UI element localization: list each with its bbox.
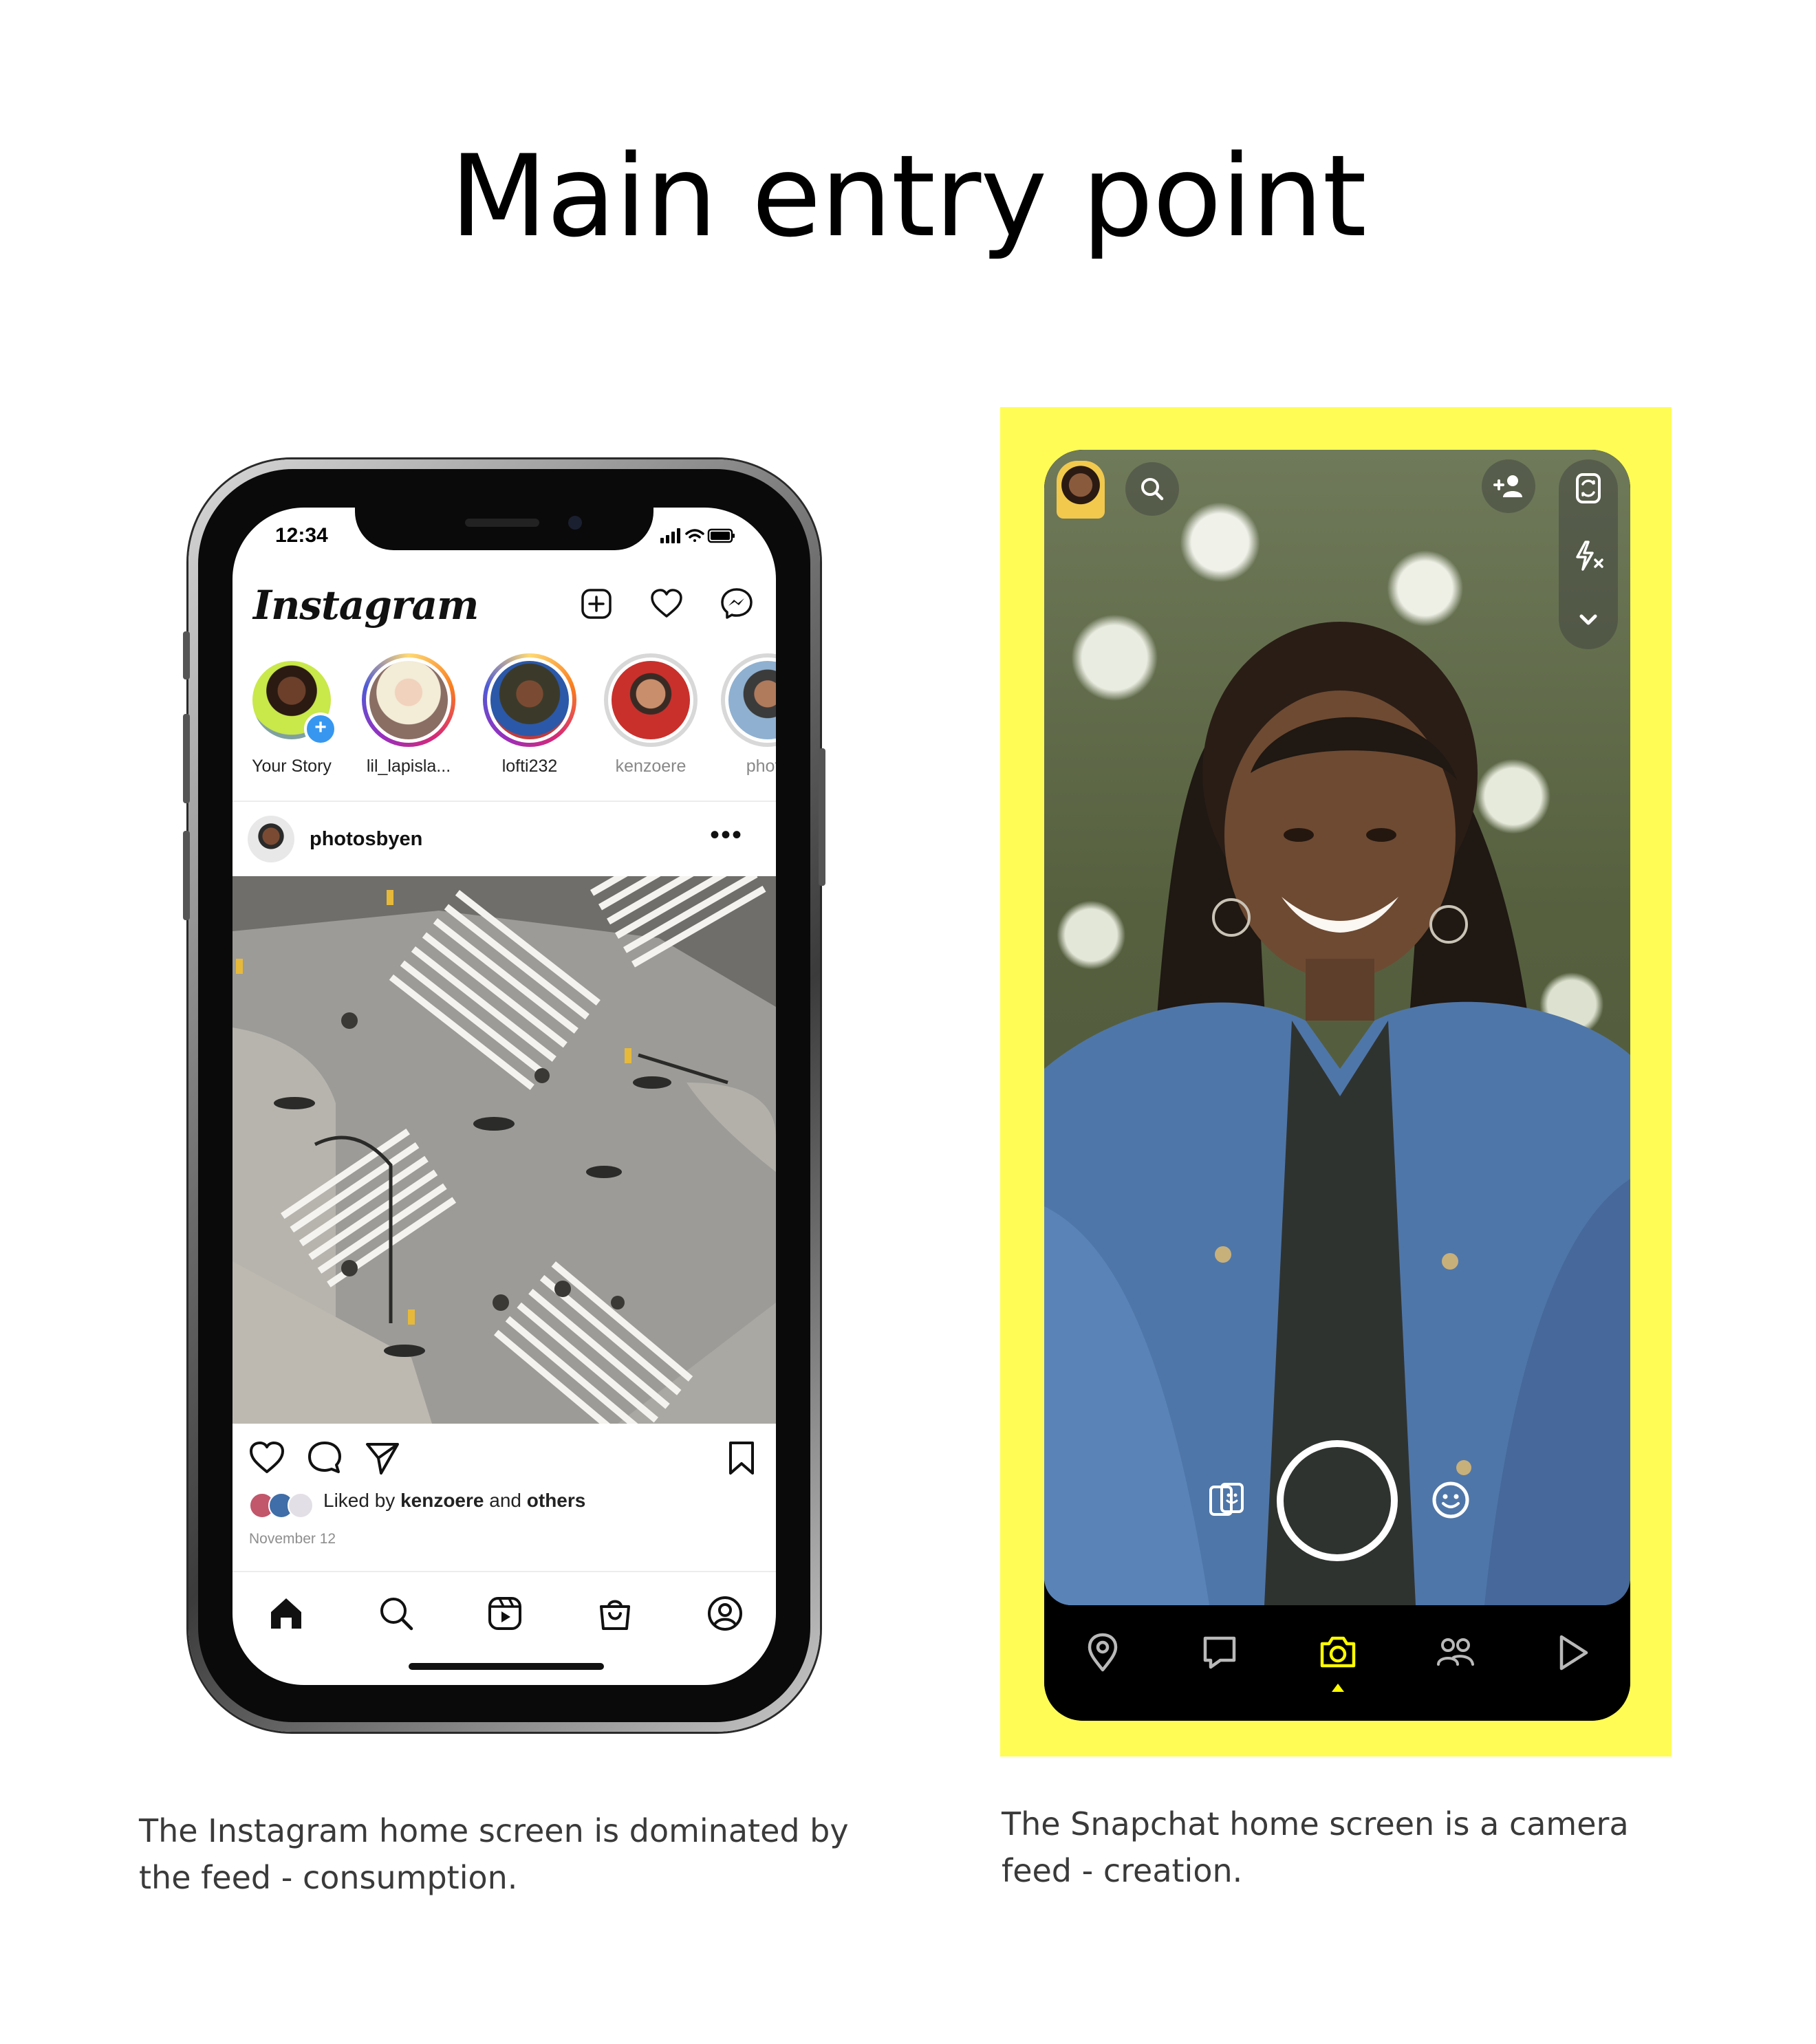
post-username[interactable]: photosbyen — [310, 828, 422, 851]
chevron-down-icon[interactable] — [1569, 601, 1608, 640]
like-icon[interactable] — [248, 1439, 286, 1477]
post-header: photosbyen ••• — [248, 816, 764, 864]
status-time: 12:34 — [275, 524, 328, 547]
flash-icon[interactable] — [1569, 536, 1608, 575]
avatar — [725, 657, 776, 743]
avatar — [608, 657, 693, 743]
snapchat-nav-bar — [1044, 1605, 1630, 1721]
signal-icon — [660, 528, 680, 543]
active-nav-indicator — [1332, 1684, 1344, 1692]
avatar — [366, 657, 451, 743]
instagram-caption: The Instagram home screen is dominated b… — [139, 1812, 849, 1896]
liked-others[interactable]: others — [527, 1490, 586, 1511]
story-ring — [721, 653, 776, 747]
wifi-icon — [685, 529, 704, 542]
instagram-screen: 12:34 Instagram + Your Story lil_lapisla… — [233, 508, 776, 1685]
story-ring — [483, 653, 576, 747]
snapchat-caption: The Snapchat home screen is a camera fee… — [1002, 1805, 1629, 1889]
status-icons — [660, 528, 735, 543]
volume-up-button — [183, 714, 190, 803]
story-name: photo — [746, 757, 776, 776]
tabbar-divider — [233, 1571, 776, 1572]
page-title: Main entry point — [450, 131, 1367, 262]
story-name: kenzoere — [615, 757, 687, 776]
avatar — [487, 657, 572, 743]
heart-icon[interactable] — [648, 585, 685, 622]
liked-and: and — [489, 1490, 521, 1511]
liked-user[interactable]: kenzoere — [400, 1490, 484, 1511]
post-actions — [248, 1439, 764, 1480]
camera-tools — [1559, 459, 1618, 649]
volume-down-button — [183, 831, 190, 920]
search-icon[interactable] — [1125, 462, 1179, 516]
camera-viewfinder[interactable] — [1044, 450, 1630, 1605]
story-ring — [604, 653, 698, 747]
map-icon[interactable] — [1080, 1630, 1125, 1675]
post-image[interactable] — [233, 876, 776, 1424]
battery-icon — [707, 528, 735, 543]
iphone-mockup: 12:34 Instagram + Your Story lil_lapisla… — [183, 459, 825, 1732]
stories-icon[interactable] — [1549, 1630, 1595, 1675]
reels-icon[interactable] — [484, 1593, 526, 1634]
liked-prefix: Liked by — [323, 1490, 396, 1511]
shutter-button[interactable] — [1277, 1440, 1398, 1561]
add-friend-icon[interactable] — [1482, 459, 1535, 513]
home-indicator — [409, 1663, 604, 1670]
bitmoji-avatar[interactable] — [1057, 461, 1105, 519]
story-item[interactable]: kenzoere — [590, 653, 711, 776]
header-actions — [578, 585, 755, 623]
liked-by-text[interactable]: Liked by kenzoere and others — [323, 1490, 585, 1512]
power-button — [819, 748, 825, 886]
story-item[interactable]: lil_lapisla... — [348, 653, 469, 776]
camera-icon[interactable] — [1315, 1630, 1361, 1675]
bottom-tab-bar — [233, 1580, 776, 1649]
stories-divider — [233, 801, 776, 802]
front-camera — [568, 516, 582, 530]
friends-icon[interactable] — [1432, 1630, 1478, 1675]
more-options-icon[interactable]: ••• — [710, 820, 743, 851]
story-item[interactable]: photo — [707, 653, 776, 776]
notch — [355, 508, 653, 550]
messenger-icon[interactable] — [718, 585, 755, 622]
story-item[interactable]: + Your Story — [233, 653, 352, 776]
profile-icon[interactable] — [704, 1593, 746, 1634]
story-ring — [362, 653, 455, 747]
stories-tray: + Your Story lil_lapisla... lofti232 ken… — [233, 653, 776, 784]
chat-icon[interactable] — [1197, 1630, 1242, 1675]
shop-icon[interactable] — [594, 1593, 636, 1634]
lenses-icon[interactable] — [1427, 1476, 1475, 1524]
bookmark-icon[interactable] — [722, 1439, 761, 1477]
new-post-icon[interactable] — [578, 585, 615, 622]
search-icon[interactable] — [376, 1593, 417, 1634]
share-icon[interactable] — [363, 1439, 402, 1477]
post-date: November 12 — [249, 1531, 336, 1547]
add-story-badge[interactable]: + — [304, 713, 337, 746]
comment-icon[interactable] — [305, 1439, 344, 1477]
story-item[interactable]: lofti232 — [469, 653, 590, 776]
flip-camera-icon[interactable] — [1569, 469, 1608, 508]
home-icon[interactable] — [266, 1593, 307, 1634]
phone-bezel: 12:34 Instagram + Your Story lil_lapisla… — [198, 469, 810, 1722]
story-name: Your Story — [252, 757, 332, 776]
story-name: lil_lapisla... — [366, 757, 451, 776]
instagram-logo: Instagram — [253, 582, 479, 629]
story-ring: + — [245, 653, 338, 747]
avatar — [288, 1492, 314, 1519]
mute-switch — [183, 631, 190, 679]
liked-by-avatars — [249, 1492, 314, 1519]
camera-subject — [1044, 622, 1630, 1605]
snapchat-screen — [1044, 450, 1630, 1721]
post-avatar[interactable] — [248, 816, 294, 862]
snapchat-frame — [1000, 407, 1672, 1757]
memories-icon[interactable] — [1202, 1476, 1251, 1524]
story-name: lofti232 — [501, 757, 558, 776]
speaker — [465, 519, 539, 527]
